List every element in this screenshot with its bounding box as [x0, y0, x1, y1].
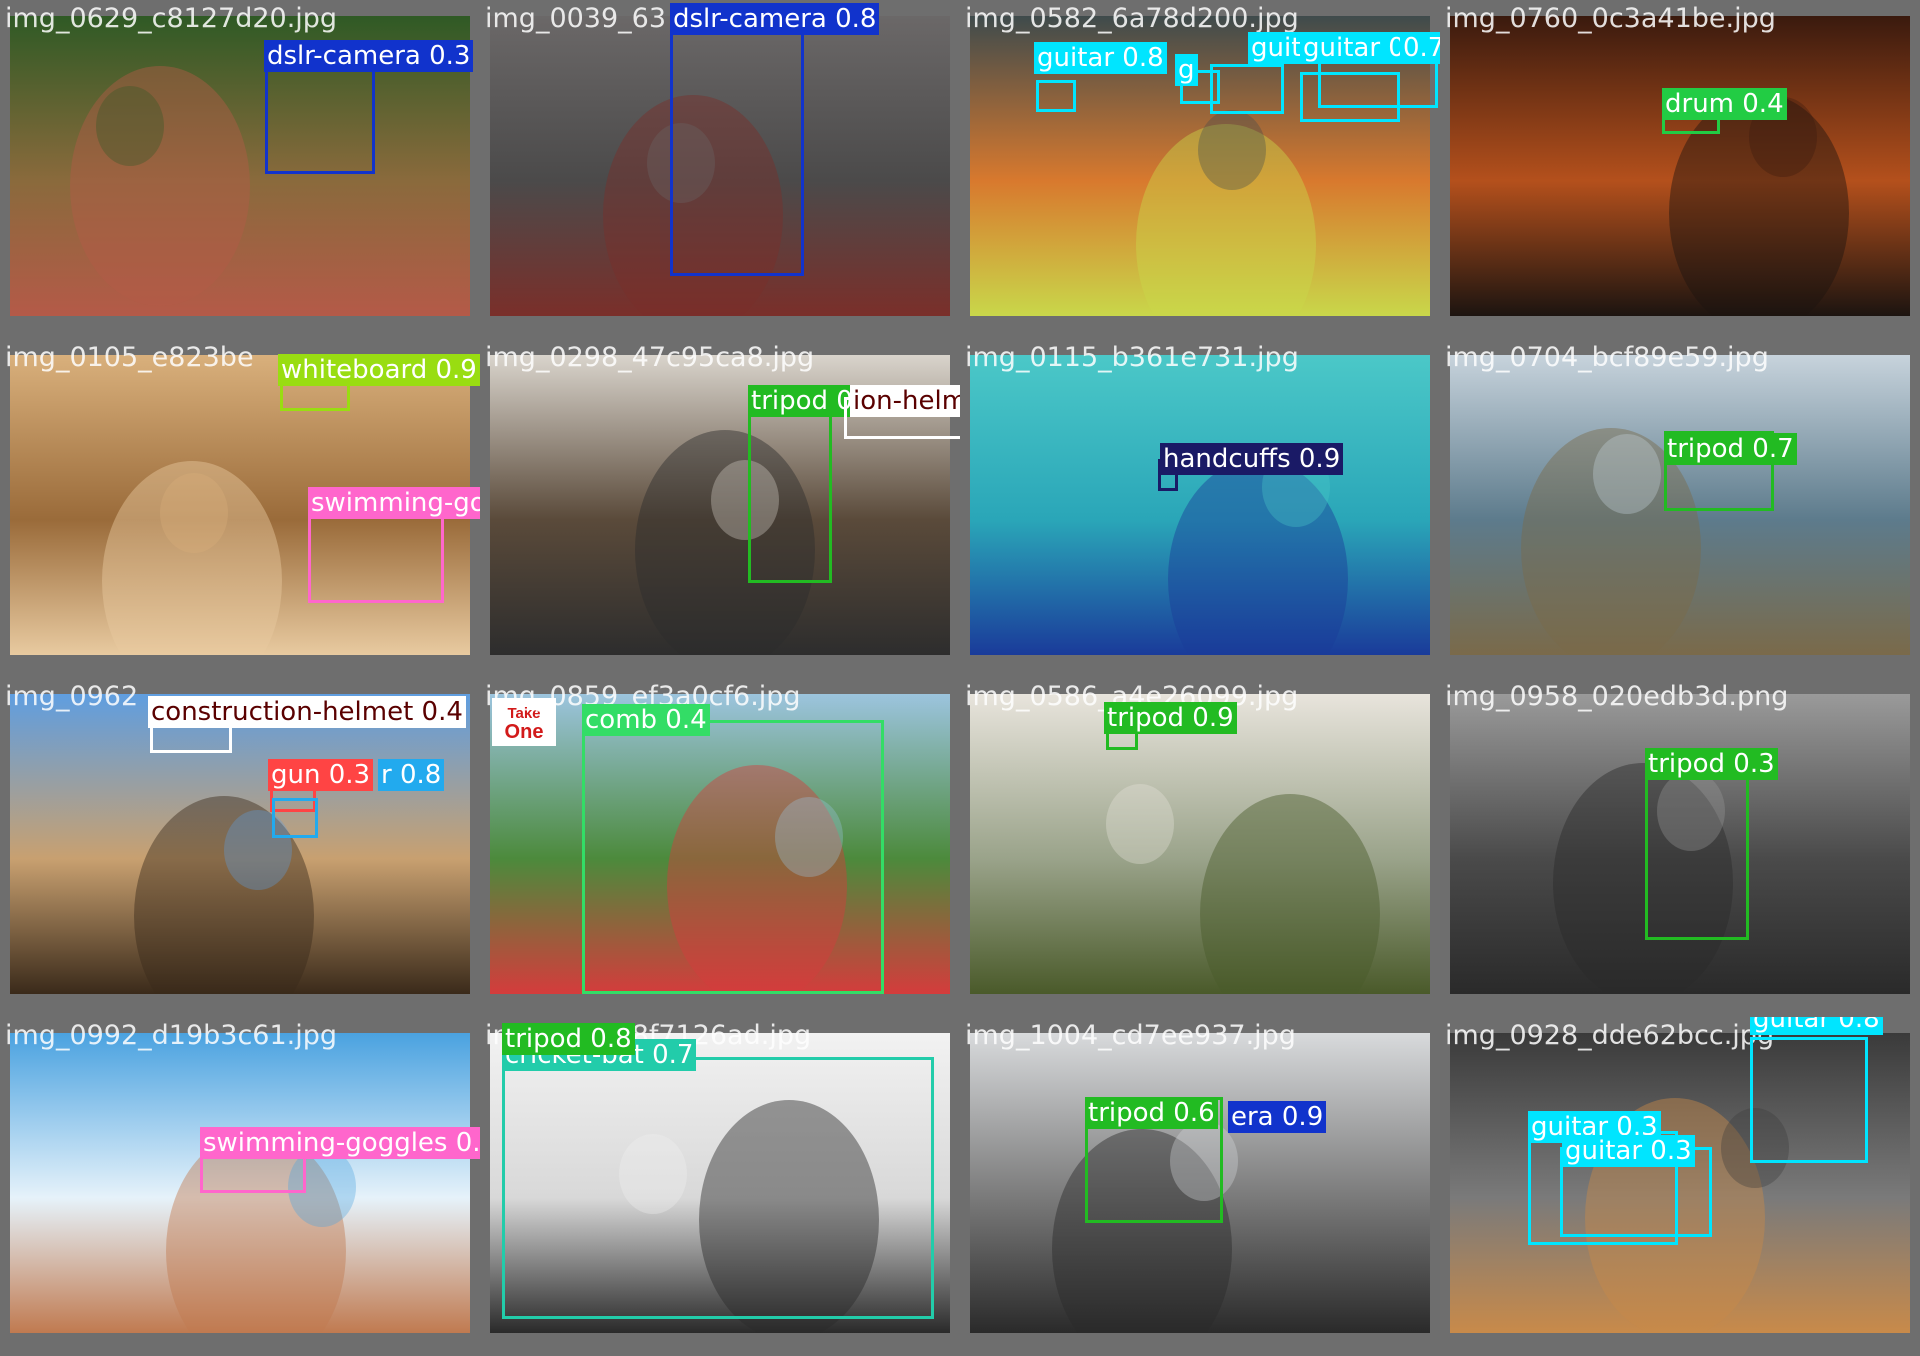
mosaic-tile: img_0298_47c95ca8.jpgtripod 0.3ion-helme… [480, 339, 960, 678]
mosaic-tile: img_0760_0c3a41be.jpgdrum 0.4 [1440, 0, 1920, 339]
bounding-box [1036, 80, 1076, 112]
bounding-box [502, 1057, 934, 1319]
detection-label: dslr-camera 0.3 [264, 40, 474, 72]
mosaic-tile: img_0039_63 dslr-camera 0.8 [480, 0, 960, 339]
detection-label: 0.7 [1400, 32, 1440, 64]
detection-label: dslr-camera 0.8 [670, 3, 880, 35]
detection-label: guitar 0.3 [1562, 1135, 1695, 1167]
detection-label: tripod 0.3 [1645, 748, 1778, 780]
mosaic-tile: img_0105_e823be whiteboard 0.9 swimming-go… [0, 339, 480, 678]
mosaic-tile: img_0704_bcf89e59.jpgtripod 0.7 [1440, 339, 1920, 678]
photo [1450, 16, 1910, 316]
bounding-box [308, 509, 444, 603]
image-filename: img_0115_b361e731.jpg [965, 342, 1299, 373]
image-filename: img_1004_cd7ee937.jpg [965, 1020, 1296, 1051]
detection-label: tripod 0.8 [502, 1023, 635, 1055]
bounding-box [670, 18, 804, 276]
mosaic-tile: img_0586_a4e26099.jpg tripod 0.9 [960, 678, 1440, 1017]
detection-label: era 0.9 [1228, 1101, 1327, 1133]
detection-label: whiteboard 0.9 [278, 354, 480, 386]
bounding-box [1318, 60, 1438, 108]
mosaic-tile: Take One img_0859_ef3a0cf6.jpg comb 0.4 [480, 678, 960, 1017]
bounding-box [1210, 64, 1284, 114]
image-filename: img_0962 [5, 681, 139, 712]
mosaic-tile: img_0928_dde62bcc.jpg guitar 0.8 guitar 0.… [1440, 1017, 1920, 1356]
detection-label: comb 0.4 [582, 704, 710, 736]
image-filename: img_0039_63 [485, 3, 667, 34]
image-filename: img_0704_bcf89e59.jpg [1445, 342, 1769, 373]
detection-label: tripod 0.7 [1664, 433, 1797, 465]
detection-label: tripod 0.9 [1104, 702, 1237, 734]
mosaic-tile: img_0115_b361e731.jpg handcuffs 0.9 [960, 339, 1440, 678]
detection-label: construction-helmet 0.4 [148, 696, 466, 728]
detection-label: handcuffs 0.9 [1160, 443, 1344, 475]
image-filename: img_0958_020edb3d.png [1445, 681, 1789, 712]
detection-mosaic: img_0629_c8127d20.jpg dslr-camera 0.3 img_… [0, 0, 1920, 1356]
bounding-box [1645, 764, 1749, 940]
photo [970, 355, 1430, 655]
mosaic-tile: img_0992_d19b3c61.jpg swimming-goggles 0.… [0, 1017, 480, 1356]
bounding-box [272, 798, 318, 838]
bounding-box [1750, 1037, 1868, 1163]
photo [10, 694, 470, 994]
image-filename: img_0992_d19b3c61.jpg [5, 1020, 338, 1051]
bounding-box [748, 401, 832, 583]
detection-label: guitar 0.8 [1034, 42, 1167, 74]
detection-label: ion-helmet 0.8 [850, 385, 960, 417]
image-filename: img_0629_c8127d20.jpg [5, 3, 338, 34]
mosaic-tile: img_0629_c8127d20.jpg dslr-camera 0.3 [0, 0, 480, 339]
mosaic-tile: img_1004_cd7ee937.jpgtripod 0.6 era 0.9 [960, 1017, 1440, 1356]
mosaic-tile: img_0837_8f7126ad.jpg cricket-bat 0.7 trip… [480, 1017, 960, 1356]
detection-label: swimming-goggles 0.8 [200, 1127, 480, 1159]
bounding-box [265, 56, 375, 174]
detection-label: r 0.8 [378, 759, 445, 791]
mosaic-tile: img_0958_020edb3d.pngtripod 0.3 [1440, 678, 1920, 1017]
svg-text:One: One [505, 721, 544, 743]
detection-label: guitar 0.8 [1750, 1017, 1883, 1035]
detection-label: gun 0.3 [268, 759, 374, 791]
image-filename: img_0105_e823be [5, 342, 254, 373]
mosaic-tile: img_0962 construction-helmet 0.4 gun 0.3 r … [0, 678, 480, 1017]
photo [970, 694, 1430, 994]
detection-label: swimming-goggles 0.9 [308, 487, 480, 519]
image-filename: img_0760_0c3a41be.jpg [1445, 3, 1776, 34]
image-filename: img_0582_6a78d200.jpg [965, 3, 1299, 34]
image-filename: img_0298_47c95ca8.jpg [485, 342, 815, 373]
mosaic-tile: img_0582_6a78d200.jpgguitar 0.8gguitar 0… [960, 0, 1440, 339]
detection-label: drum 0.4 [1662, 88, 1787, 120]
detection-label: g [1175, 54, 1198, 86]
bounding-box [582, 720, 884, 994]
detection-label: tripod 0.6 [1085, 1097, 1218, 1129]
image-filename: img_0928_dde62bcc.jpg [1445, 1020, 1775, 1051]
